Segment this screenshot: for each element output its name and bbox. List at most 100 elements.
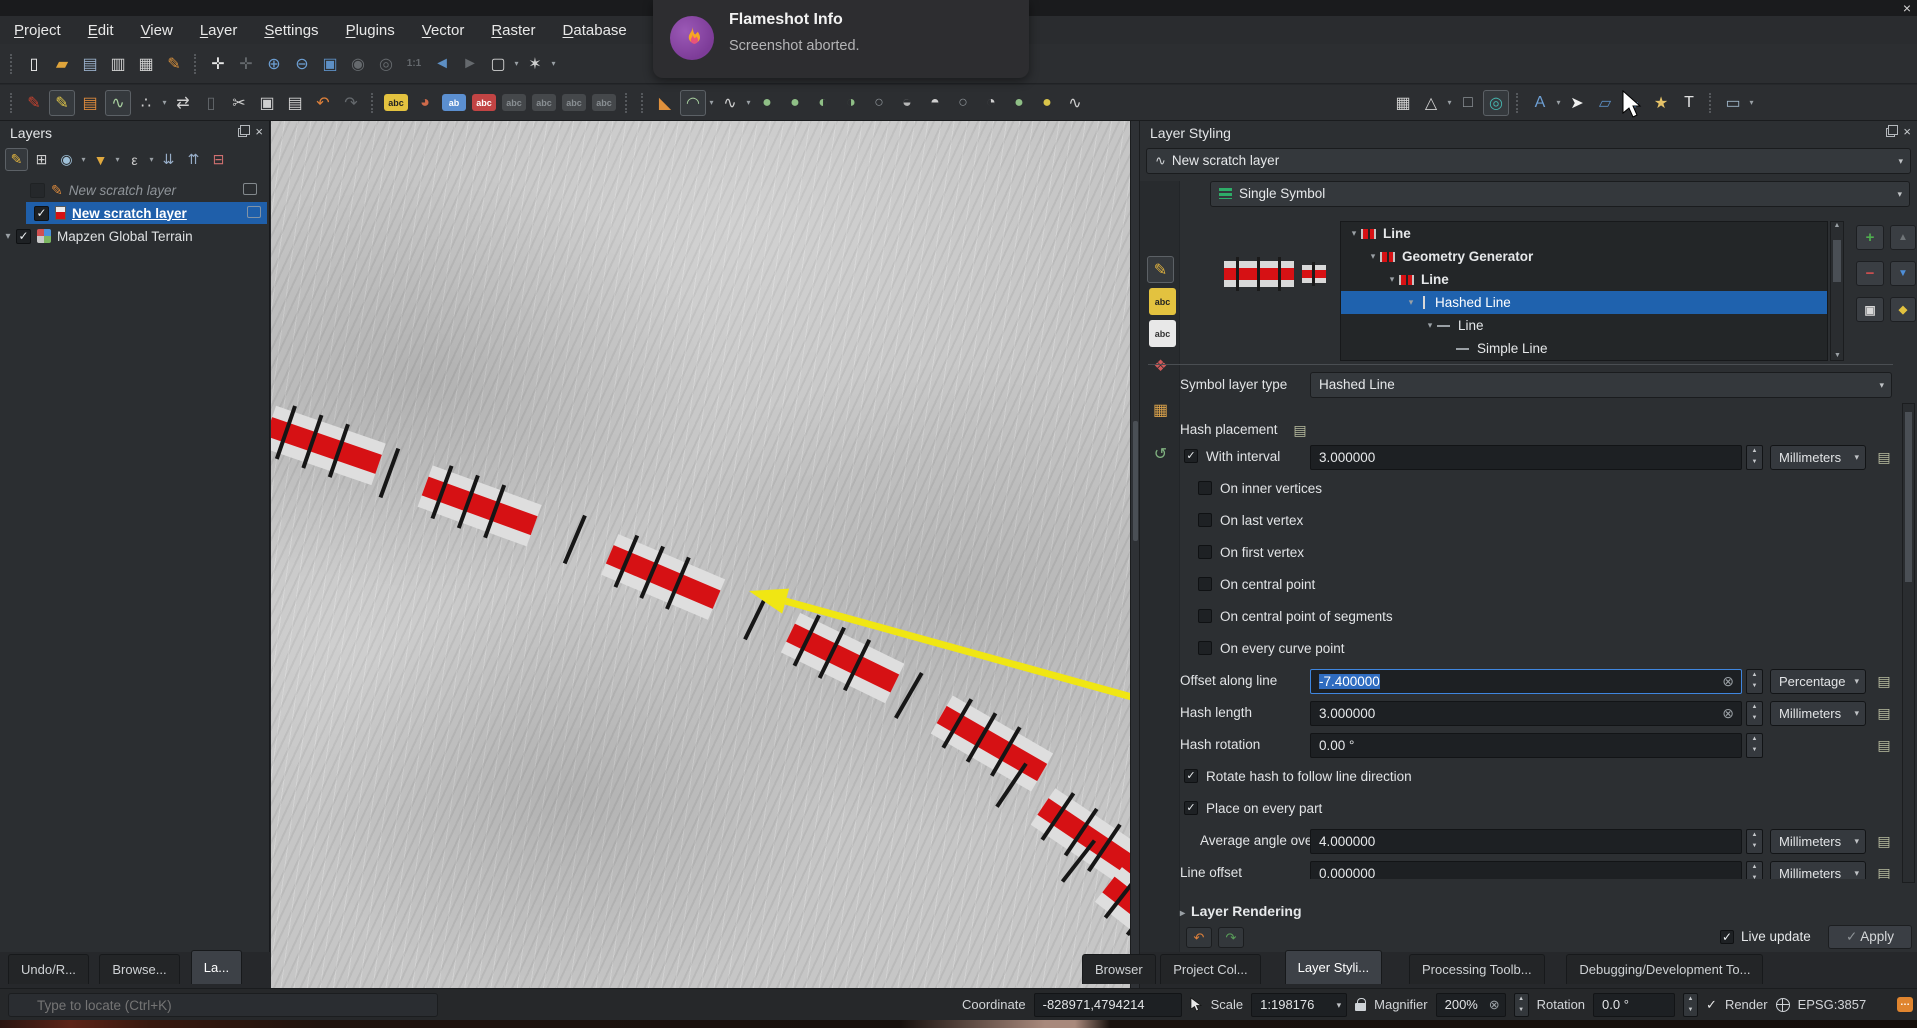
layer-checkbox[interactable]: ✓ <box>16 228 31 244</box>
zoom-in-icon[interactable]: ⊕ <box>261 51 287 77</box>
undo-icon[interactable]: ↶ <box>310 90 336 116</box>
tree-expand-icon[interactable]: ▾ <box>1385 274 1399 285</box>
field-calculator-icon[interactable]: △ <box>1418 90 1444 116</box>
field-calculator-icon-dropdown[interactable]: ▾ <box>1445 98 1454 107</box>
unit-combo[interactable]: Millimeters ▾ <box>1770 829 1866 854</box>
layer-diagram-icon[interactable]: ◕ <box>412 90 438 116</box>
filter-expression-icon[interactable]: ε <box>123 148 146 171</box>
label-tool-3-icon[interactable]: abc <box>562 94 586 111</box>
layer-item-1[interactable]: ✓ New scratch layer <box>26 202 267 224</box>
value-spinner[interactable]: ▲ ▼ <box>1746 861 1763 879</box>
layers-close-icon[interactable]: × <box>255 125 263 138</box>
styling-close-icon[interactable]: × <box>1903 125 1911 138</box>
save-layer-edits-icon[interactable]: ▤ <box>77 90 103 116</box>
symbol-tree-scrollbar[interactable]: ▲ ▼ <box>1830 221 1844 361</box>
expand-arrow-icon[interactable]: ▾ <box>0 231 16 242</box>
measure-icon[interactable]: ◣ <box>652 90 678 116</box>
save-project-icon[interactable]: ▤ <box>77 51 103 77</box>
layer-checkbox[interactable] <box>30 182 45 198</box>
hash-length-input[interactable]: 3.000000 ⊗ <box>1310 701 1742 726</box>
panel-splitter[interactable] <box>1130 121 1140 988</box>
average-angle-over-input[interactable]: 4.000000 <box>1310 829 1742 854</box>
styling-float-icon[interactable] <box>1886 124 1899 137</box>
menu-edit[interactable]: Edit <box>88 22 114 39</box>
tab-browse-[interactable]: Browse... <box>99 954 180 984</box>
value-spinner[interactable]: ▲ ▼ <box>1746 829 1763 854</box>
zoom-to-layer-icon[interactable]: ◎ <box>373 51 399 77</box>
rotation-spinner[interactable]: ▲ ▼ <box>1683 992 1699 1017</box>
callouts-tab-icon[interactable]: abc <box>1149 320 1176 347</box>
zoom-full-icon[interactable]: ▣ <box>317 51 343 77</box>
redo-icon[interactable]: ↷ <box>338 90 364 116</box>
on-first-vertex-checkbox[interactable] <box>1198 545 1212 559</box>
new-3d-map-view-icon[interactable]: ✶ <box>522 51 548 77</box>
digitize-curve-icon-dropdown[interactable]: ▾ <box>707 98 716 107</box>
value-spinner[interactable]: ▲ ▼ <box>1746 445 1763 470</box>
symbol-layer-type-combo[interactable]: Hashed Line ▾ <box>1310 372 1892 398</box>
style-undo-button[interactable]: ↶ <box>1186 927 1212 948</box>
live-update-checkbox[interactable]: ✓ <box>1720 929 1734 944</box>
style-manager-icon[interactable]: ✎ <box>161 51 187 77</box>
data-defined-override-icon[interactable]: ▤ <box>1874 703 1894 723</box>
select-annotation-icon[interactable]: ➤ <box>1564 90 1590 116</box>
crs-label[interactable]: EPSG:3857 <box>1798 997 1867 1012</box>
manage-map-themes-icon-dropdown[interactable]: ▾ <box>79 155 88 164</box>
hash-rotation-input[interactable]: 0.00 ° <box>1310 733 1742 758</box>
data-defined-override-icon[interactable]: ▤ <box>1874 671 1894 691</box>
map-canvas[interactable] <box>271 121 1130 988</box>
menu-raster[interactable]: Raster <box>491 22 535 39</box>
window-close-button[interactable]: × <box>1903 0 1911 16</box>
menu-settings[interactable]: Settings <box>264 22 318 39</box>
locator-input[interactable] <box>8 993 438 1017</box>
filter-legend-icon-dropdown[interactable]: ▾ <box>113 155 122 164</box>
create-annotation-icon[interactable]: A <box>1527 90 1553 116</box>
labeling-rule-icon[interactable]: abc <box>472 94 496 111</box>
data-defined-override-icon[interactable]: ▤ <box>1874 735 1894 755</box>
digitize-curve-icon[interactable]: ◠ <box>680 89 706 116</box>
text-annotation-icon[interactable]: T <box>1676 90 1702 116</box>
new-map-view-icon-dropdown[interactable]: ▾ <box>512 59 521 68</box>
scale-combo[interactable]: 1:198176 ▾ <box>1251 992 1348 1017</box>
move-feature-icon[interactable]: ⇄ <box>170 90 196 116</box>
symbol-tree-row-geometry-generator[interactable]: ▾ Geometry Generator <box>1341 245 1827 268</box>
collapse-all-icon[interactable]: ⇈ <box>182 148 205 171</box>
data-defined-override-icon[interactable]: ▤ <box>1874 831 1894 851</box>
filter-expression-icon-dropdown[interactable]: ▾ <box>147 155 156 164</box>
on-last-vertex-checkbox[interactable] <box>1198 513 1212 527</box>
place-on-every-part-checkbox[interactable]: ✓ <box>1184 801 1198 815</box>
new-print-layout-icon[interactable]: ▥ <box>105 51 131 77</box>
expand-all-icon[interactable]: ⇊ <box>157 148 180 171</box>
menu-vector[interactable]: Vector <box>422 22 465 39</box>
merge-features-icon[interactable]: ◑ <box>838 90 864 116</box>
delete-selected-icon[interactable]: ▯ <box>198 90 224 116</box>
clear-value-icon[interactable]: ⊗ <box>1722 670 1734 693</box>
open-layer-styling-icon[interactable]: ✎ <box>5 148 28 171</box>
new-3d-map-view-icon-dropdown[interactable]: ▾ <box>549 59 558 68</box>
data-defined-override-icon[interactable]: ▤ <box>1874 863 1894 879</box>
coordinate-value[interactable]: -828971,4794214 <box>1033 992 1182 1017</box>
on-central-point-of-segments-checkbox[interactable] <box>1198 609 1212 623</box>
clear-value-icon[interactable]: ⊗ <box>1722 702 1734 725</box>
form-annotation-icon-dropdown[interactable]: ▾ <box>1747 98 1756 107</box>
tab-layer-styli-[interactable]: Layer Styli... <box>1284 950 1383 984</box>
add-symbol-layer-button[interactable]: + <box>1856 225 1884 250</box>
symbol-tree-row-line[interactable]: ▾ Line <box>1341 222 1827 245</box>
tab-la-[interactable]: La... <box>190 950 243 984</box>
value-spinner[interactable]: ▲ ▼ <box>1746 733 1763 758</box>
view-3d-tab-icon[interactable]: ❖ <box>1147 352 1174 379</box>
vertex-tool-icon-dropdown[interactable]: ▾ <box>160 98 169 107</box>
lock-colors-button[interactable]: ◆ <box>1890 297 1916 322</box>
tab-project-col-[interactable]: Project Col... <box>1160 954 1261 984</box>
remove-layer-icon[interactable]: ⊟ <box>207 148 230 171</box>
unit-combo[interactable]: Percentage ▾ <box>1770 669 1866 694</box>
cut-features-icon[interactable]: ✂ <box>226 90 252 116</box>
unit-combo[interactable]: Millimeters ▾ <box>1770 701 1866 726</box>
open-project-icon[interactable]: ▰ <box>49 51 75 77</box>
symbol-mode-combo[interactable]: Single Symbol ▾ <box>1210 181 1910 207</box>
filter-legend-icon[interactable]: ▼ <box>89 148 112 171</box>
magnifier-spinner[interactable]: ▲ ▼ <box>1513 992 1529 1017</box>
symbol-tree-row-hashed-line[interactable]: ▾ Hashed Line <box>1341 291 1827 314</box>
split-parts-icon[interactable]: ◐ <box>810 90 836 116</box>
tab-undo-r-[interactable]: Undo/R... <box>8 954 89 984</box>
menu-plugins[interactable]: Plugins <box>346 22 395 39</box>
